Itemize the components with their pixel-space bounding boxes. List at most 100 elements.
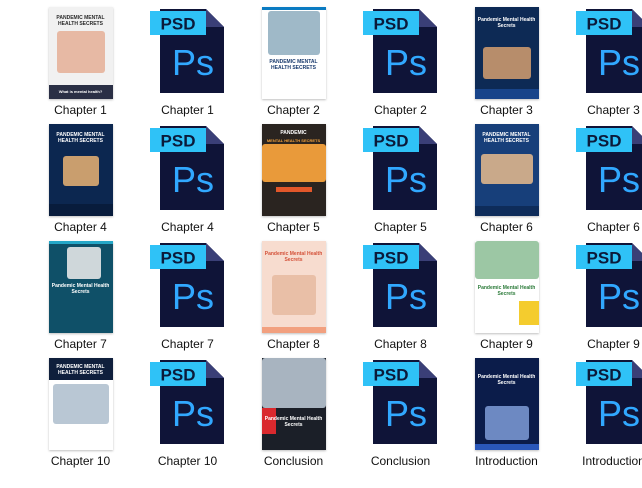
file-item-psd[interactable]: PSD Ps Chapter 1 xyxy=(134,5,241,122)
cover-thumbnail: Pandemic Mental Health Secrets xyxy=(240,239,347,335)
file-name-label: Chapter 7 xyxy=(54,337,107,351)
svg-text:Ps: Ps xyxy=(597,42,639,83)
photoshop-file-icon: PSD Ps xyxy=(574,5,642,95)
ebook-cover-image: Pandemic Mental Health Secrets xyxy=(261,358,326,450)
file-item-image[interactable]: Pandemic Mental Health Secrets Chapter 9 xyxy=(453,239,560,356)
cover-thumbnail: PANDEMIC MENTAL HEALTH SECRETS xyxy=(240,122,347,218)
svg-text:Ps: Ps xyxy=(384,42,426,83)
file-name-label: Chapter 10 xyxy=(50,454,111,468)
svg-text:PSD: PSD xyxy=(586,132,621,151)
psd-thumbnail: PSD Ps xyxy=(560,356,642,452)
psd-thumbnail: PSD Ps xyxy=(560,122,642,218)
file-item-image[interactable]: PANDEMIC MENTAL HEALTH SECRETS Chapter 4 xyxy=(27,122,134,239)
file-item-image[interactable]: PANDEMIC MENTAL HEALTH SECRETS Chapter 10 xyxy=(27,356,134,473)
file-name-label: Chapter 4 xyxy=(161,220,214,234)
svg-text:PSD: PSD xyxy=(373,249,408,268)
cover-accent xyxy=(48,204,113,216)
ebook-cover-image: Pandemic Mental Health Secrets xyxy=(474,358,539,450)
file-item-image[interactable]: Pandemic Mental Health Secrets Conclusion xyxy=(240,356,347,473)
svg-text:PSD: PSD xyxy=(160,15,195,34)
svg-text:PSD: PSD xyxy=(586,15,621,34)
photoshop-file-icon: PSD Ps xyxy=(361,5,441,95)
file-name-label: Chapter 1 xyxy=(54,103,107,117)
ebook-cover-image: PANDEMIC MENTAL HEALTH SECRETS xyxy=(48,124,113,216)
file-item-image[interactable]: Pandemic Mental Health Secrets Chapter 3 xyxy=(453,5,560,122)
file-name-label: Chapter 6 xyxy=(587,220,640,234)
cover-title: PANDEMIC MENTAL HEALTH SECRETS xyxy=(56,15,105,27)
cover-thumbnail: Pandemic Mental Health Secrets xyxy=(453,5,560,101)
cover-title: Pandemic Mental Health Secrets xyxy=(51,283,110,295)
cover-title: Pandemic Mental Health Secrets xyxy=(264,251,323,263)
svg-text:Ps: Ps xyxy=(171,393,213,434)
cover-accent xyxy=(48,241,113,244)
svg-text:PSD: PSD xyxy=(373,15,408,34)
cover-thumbnail: PANDEMIC MENTAL HEALTH SECRETS What is me… xyxy=(27,5,134,101)
file-item-psd[interactable]: PSD Ps Introduction xyxy=(560,356,642,473)
svg-text:Ps: Ps xyxy=(384,159,426,200)
cover-accent xyxy=(474,89,539,99)
file-name-label: Chapter 9 xyxy=(480,337,533,351)
cover-photo xyxy=(261,358,326,408)
file-item-image[interactable]: Pandemic Mental Health Secrets Chapter 8 xyxy=(240,239,347,356)
svg-text:PSD: PSD xyxy=(586,249,621,268)
file-item-psd[interactable]: PSD Ps Chapter 5 xyxy=(347,122,454,239)
file-item-psd[interactable]: PSD Ps Chapter 3 xyxy=(560,5,642,122)
cover-thumbnail: Pandemic Mental Health Secrets xyxy=(453,239,560,335)
file-name-label: Chapter 1 xyxy=(161,103,214,117)
file-item-psd[interactable]: PSD Ps Conclusion xyxy=(347,356,454,473)
svg-text:PSD: PSD xyxy=(586,366,621,385)
svg-text:Ps: Ps xyxy=(171,42,213,83)
file-item-image[interactable]: Pandemic Mental Health Secrets Introducti… xyxy=(453,356,560,473)
ebook-cover-image: PANDEMIC MENTAL HEALTH SECRETS xyxy=(474,124,539,216)
cover-photo xyxy=(480,154,533,184)
cover-title: Pandemic Mental Health Secrets xyxy=(477,285,536,297)
cover-footer: What is mental health? xyxy=(58,89,103,94)
svg-text:PSD: PSD xyxy=(160,366,195,385)
psd-thumbnail: PSD Ps xyxy=(347,5,454,101)
file-item-image[interactable]: Pandemic Mental Health Secrets Chapter 7 xyxy=(27,239,134,356)
photoshop-file-icon: PSD Ps xyxy=(148,122,228,212)
cover-accent xyxy=(261,327,326,333)
svg-text:Ps: Ps xyxy=(597,393,639,434)
file-name-label: Chapter 3 xyxy=(587,103,640,117)
file-name-label: Chapter 2 xyxy=(267,103,320,117)
cover-photo xyxy=(271,275,316,315)
file-item-psd[interactable]: PSD Ps Chapter 9 xyxy=(560,239,642,356)
file-item-psd[interactable]: PSD Ps Chapter 10 xyxy=(134,356,241,473)
file-item-psd[interactable]: PSD Ps Chapter 6 xyxy=(560,122,642,239)
photoshop-file-icon: PSD Ps xyxy=(148,239,228,329)
cover-title: Pandemic Mental Health Secrets xyxy=(477,374,536,386)
file-name-label: Chapter 10 xyxy=(157,454,218,468)
file-name-label: Chapter 5 xyxy=(267,220,320,234)
cover-title: PANDEMIC MENTAL HEALTH SECRETS xyxy=(56,364,105,376)
file-item-psd[interactable]: PSD Ps Chapter 7 xyxy=(134,239,241,356)
file-item-image[interactable]: PANDEMIC MENTAL HEALTH SECRETS Chapter 5 xyxy=(240,122,347,239)
ebook-cover-image: Pandemic Mental Health Secrets xyxy=(474,241,539,333)
file-item-psd[interactable]: PSD Ps Chapter 4 xyxy=(134,122,241,239)
photoshop-file-icon: PSD Ps xyxy=(574,122,642,212)
psd-thumbnail: PSD Ps xyxy=(347,356,454,452)
ebook-cover-image: PANDEMIC MENTAL HEALTH SECRETS xyxy=(261,7,326,99)
psd-thumbnail: PSD Ps xyxy=(134,356,241,452)
ebook-cover-image: PANDEMIC MENTAL HEALTH SECRETS xyxy=(48,358,113,450)
file-item-image[interactable]: PANDEMIC MENTAL HEALTH SECRETS Chapter 6 xyxy=(453,122,560,239)
file-name-label: Conclusion xyxy=(263,454,324,468)
file-item-image[interactable]: PANDEMIC MENTAL HEALTH SECRETS What is me… xyxy=(27,5,134,122)
photoshop-file-icon: PSD Ps xyxy=(148,356,228,446)
psd-thumbnail: PSD Ps xyxy=(347,239,454,335)
file-item-psd[interactable]: PSD Ps Chapter 8 xyxy=(347,239,454,356)
cover-thumbnail: Pandemic Mental Health Secrets xyxy=(240,356,347,452)
cover-photo xyxy=(56,31,105,73)
psd-thumbnail: PSD Ps xyxy=(134,5,241,101)
photoshop-file-icon: PSD Ps xyxy=(148,5,228,95)
file-item-psd[interactable]: PSD Ps Chapter 2 xyxy=(347,5,454,122)
svg-text:Ps: Ps xyxy=(171,159,213,200)
file-name-label: Chapter 3 xyxy=(480,103,533,117)
psd-thumbnail: PSD Ps xyxy=(134,122,241,218)
ebook-cover-image: Pandemic Mental Health Secrets xyxy=(48,241,113,333)
file-name-label: Chapter 7 xyxy=(161,337,214,351)
cover-accent xyxy=(474,444,539,450)
file-item-image[interactable]: PANDEMIC MENTAL HEALTH SECRETS Chapter 2 xyxy=(240,5,347,122)
svg-text:PSD: PSD xyxy=(373,366,408,385)
svg-text:PSD: PSD xyxy=(160,132,195,151)
